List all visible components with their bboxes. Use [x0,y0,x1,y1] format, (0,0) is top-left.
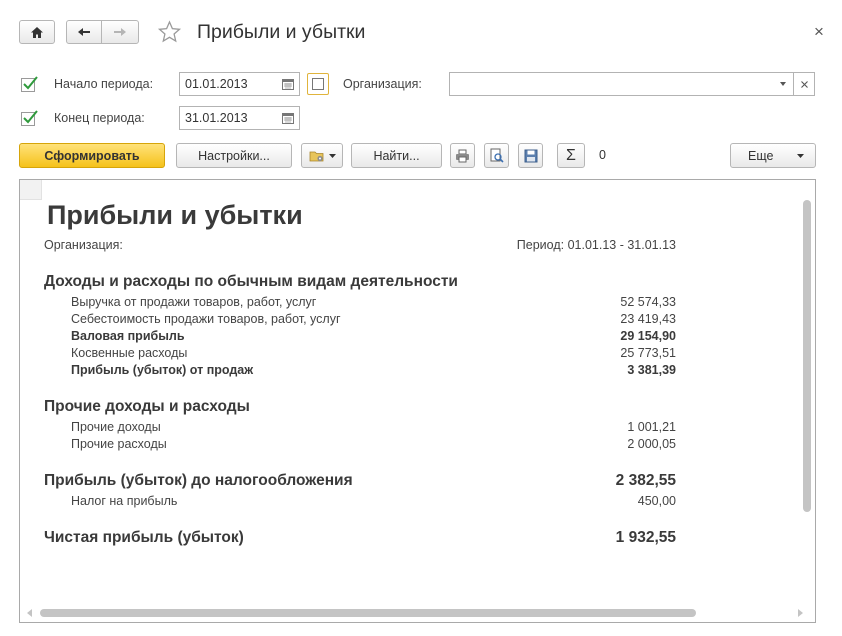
section-title: Прочие доходы и расходы [44,398,250,415]
calendar-icon [281,78,294,90]
save-button[interactable] [518,143,543,168]
row-value: 2 000,05 [627,437,676,451]
start-period-label: Начало периода: [54,77,154,91]
report-period: Период: 01.01.13 - 31.01.13 [516,238,676,252]
start-period-checkbox[interactable] [21,76,38,92]
end-date-field[interactable]: 31.01.2013 [179,106,277,130]
report-spreadsheet[interactable]: Прибыли и убытки Организация: Период: 01… [19,179,816,623]
more-button-label: Еще [748,148,774,163]
row-value: 1 001,21 [627,420,676,434]
start-calendar-button[interactable] [276,72,300,96]
pretax-title: Прибыль (убыток) до налогообложения [44,472,353,489]
row-value: 25 773,51 [620,346,676,360]
chevron-down-icon [328,153,336,158]
print-button[interactable] [450,143,475,168]
favorite-star-button[interactable] [157,20,182,47]
chevron-down-icon [779,82,786,86]
home-icon [31,26,43,38]
print-preview-icon [490,148,504,163]
save-icon [524,149,537,162]
arrow-right-icon [114,28,126,36]
row-value: 52 574,33 [620,295,676,309]
start-date-field[interactable]: 01.01.2013 [179,72,277,96]
period-select-button[interactable] [307,73,329,95]
row-label: Себестоимость продажи товаров, работ, ус… [71,312,341,326]
star-icon [157,20,182,43]
row-label: Выручка от продажи товаров, работ, услуг [71,295,317,309]
tax-label: Налог на прибыль [71,494,178,508]
checkmark-icon [23,76,38,90]
section-title: Доходы и расходы по обычным видам деятел… [44,273,458,290]
sum-button[interactable]: Σ [557,143,585,168]
sum-value: 0 [599,148,606,162]
tax-value: 450,00 [637,494,676,508]
preview-button[interactable] [484,143,509,168]
close-icon [800,80,808,88]
row-value: 29 154,90 [620,329,676,343]
generate-button[interactable]: Сформировать [19,143,165,168]
report-org-label: Организация: [44,238,123,252]
square-icon [312,78,324,90]
organization-dropdown-button[interactable] [772,72,794,96]
arrow-left-icon [78,28,90,36]
end-calendar-button[interactable] [276,106,300,130]
checkmark-icon [23,110,38,124]
window-title: Прибыли и убытки [197,21,366,43]
organization-label: Организация: [343,77,422,91]
settings-button[interactable]: Настройки... [176,143,292,168]
net-profit-value: 1 932,55 [615,529,676,546]
row-label: Прочие расходы [71,437,167,451]
end-period-label: Конец периода: [54,111,145,125]
row-label: Валовая прибыль [71,329,185,343]
horizontal-scrollbar-thumb[interactable] [40,609,696,617]
sigma-icon: Σ [566,146,576,164]
more-button[interactable]: Еще [730,143,816,168]
forward-button[interactable] [101,20,139,44]
vertical-scrollbar-thumb[interactable] [803,200,811,512]
report-title: Прибыли и убытки [47,200,303,230]
printer-icon [456,149,469,162]
corner-cell [20,180,42,200]
folder-gear-icon [309,151,323,161]
row-label: Прочие доходы [71,420,161,434]
scroll-right-icon[interactable] [796,609,804,617]
home-button[interactable] [19,20,55,44]
scroll-left-icon[interactable] [26,609,34,617]
close-button[interactable]: × [814,22,824,42]
row-value: 23 419,43 [620,312,676,326]
row-value: 3 381,39 [627,363,676,377]
row-label: Прибыль (убыток) от продаж [71,363,254,377]
net-profit-title: Чистая прибыль (убыток) [44,529,244,546]
pretax-value: 2 382,55 [615,472,676,489]
end-period-checkbox[interactable] [21,110,38,126]
organization-field[interactable] [449,72,773,96]
calendar-icon [281,112,294,124]
row-label: Косвенные расходы [71,346,188,360]
chevron-down-icon [797,154,804,158]
organization-clear-button[interactable] [793,72,815,96]
back-button[interactable] [66,20,102,44]
variants-menu-button[interactable] [301,143,343,168]
find-button[interactable]: Найти... [351,143,442,168]
